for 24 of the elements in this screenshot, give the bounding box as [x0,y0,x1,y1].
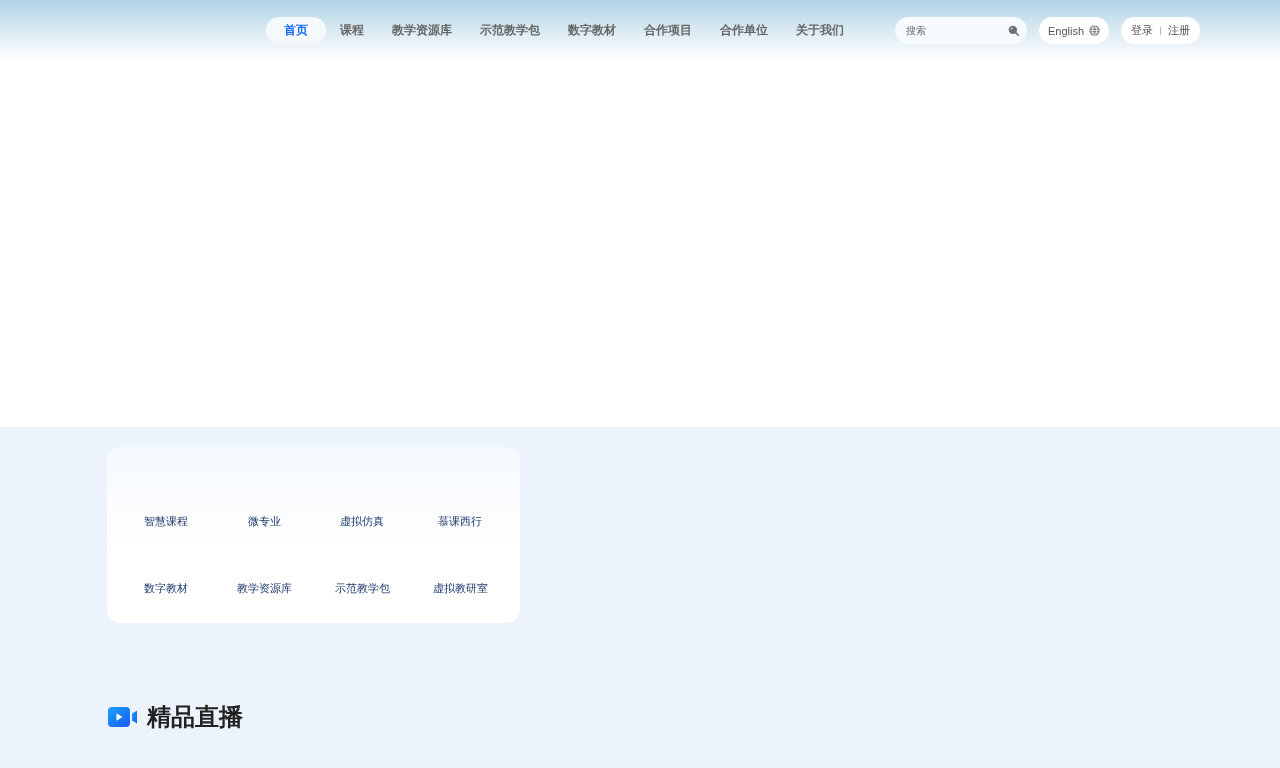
nav-tab[interactable]: 首页 [266,17,326,44]
quick-link[interactable]: 虚拟仿真 [340,515,384,529]
video-camera-icon [108,707,138,727]
nav-tab[interactable]: 教学资源库 [378,17,466,44]
nav-tab[interactable]: 示范教学包 [466,17,554,44]
nav-tab[interactable]: 数字教材 [554,17,630,44]
quick-link[interactable]: 教学资源库 [236,582,292,596]
quick-link[interactable]: 虚拟教研室 [432,582,488,596]
register-link[interactable]: 注册 [1168,23,1190,38]
quick-link[interactable]: 数字教材 [144,582,188,596]
quick-link[interactable]: 示范教学包 [334,582,390,596]
nav-tab[interactable]: 课程 [326,17,378,44]
nav-tab[interactable]: 关于我们 [782,17,858,44]
quick-link[interactable]: 微专业 [247,515,281,529]
nav-tab[interactable]: 合作项目 [630,17,706,44]
language-button[interactable]: English [1038,17,1109,44]
quick-link[interactable]: 智慧课程 [144,515,188,529]
quick-link[interactable]: 慕课西行 [438,515,482,529]
search-icon[interactable] [1007,25,1019,36]
login-link[interactable]: 登录 [1131,23,1153,38]
section-title: 精品直播 [147,703,243,731]
search-field[interactable]: 搜索 [894,17,1027,44]
nav-tab[interactable]: 合作单位 [706,17,782,44]
globe-icon [1089,25,1100,36]
